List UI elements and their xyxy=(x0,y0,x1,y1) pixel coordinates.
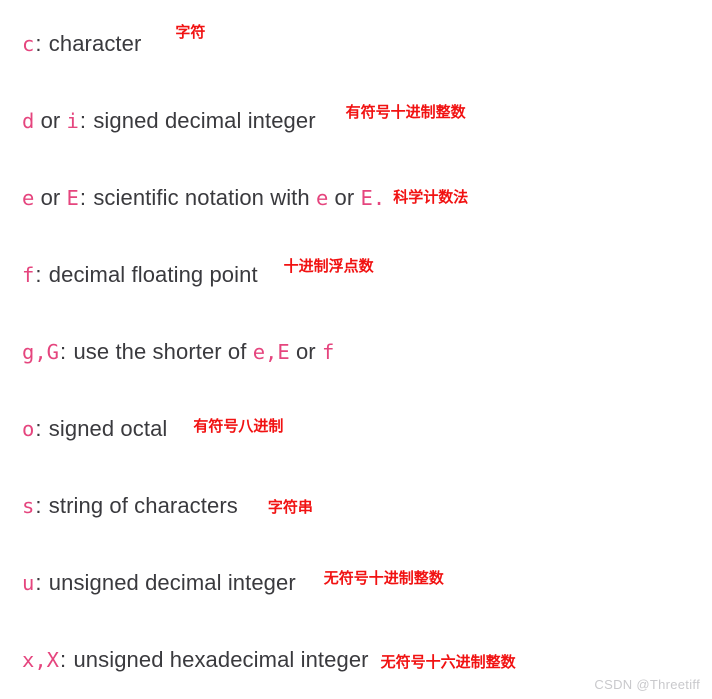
separator-x: : xyxy=(60,647,67,673)
annotation-e: 科学计数法 xyxy=(393,188,469,206)
inline-code-e: e xyxy=(315,186,329,211)
annotation-f: 十进制浮点数 xyxy=(283,257,374,275)
spec-line-f-text: f: decimal floating point xyxy=(22,262,258,288)
annotation-c: 字符 xyxy=(175,23,206,41)
inline-code-E: E xyxy=(360,186,373,211)
specifier-f: f xyxy=(22,263,35,288)
conjunction-d: or xyxy=(40,108,61,134)
description-f: decimal floating point xyxy=(48,262,258,288)
specifier-gG: g,G xyxy=(22,340,60,365)
specifier-u: u xyxy=(22,571,35,596)
separator-c: : xyxy=(35,31,42,57)
spec-line-c-text: c: character xyxy=(22,31,141,57)
inline-code-f: f xyxy=(321,340,335,365)
annotation-o: 有符号八进制 xyxy=(193,417,284,435)
separator-g: : xyxy=(60,339,67,365)
separator-o: : xyxy=(35,416,42,442)
annotation-x: 无符号十六进制整数 xyxy=(380,653,516,671)
spec-line-s: s: string of characters 字符串 xyxy=(0,468,712,545)
specifier-E: E xyxy=(66,186,79,211)
spec-line-g: g,G: use the shorter of e,E or f xyxy=(0,314,712,391)
spec-line-f: f: decimal floating point 十进制浮点数 xyxy=(0,237,712,314)
annotation-s: 字符串 xyxy=(267,498,313,516)
specifier-s: s xyxy=(22,494,35,519)
description-s: string of characters xyxy=(48,493,238,519)
separator-f: : xyxy=(35,262,42,288)
spec-line-u: u: unsigned decimal integer 无符号十进制整数 xyxy=(0,545,712,622)
description-c: character xyxy=(48,31,142,57)
inline-code-eE: e,E xyxy=(252,340,290,365)
separator-d: : xyxy=(79,108,87,134)
spec-line-u-text: u: unsigned decimal integer xyxy=(22,570,296,596)
annotation-u: 无符号十进制整数 xyxy=(323,569,444,587)
spec-line-x-text: x,X: unsigned hexadecimal integer xyxy=(22,647,369,673)
description-d: signed decimal integer xyxy=(93,108,316,134)
spec-line-c: c: character 字符 xyxy=(0,6,712,83)
spec-line-d-text: d or i: signed decimal integer xyxy=(22,108,316,134)
spec-line-e: e or E: scientific notation with e or E.… xyxy=(0,160,712,237)
separator-s: : xyxy=(35,493,42,519)
description-g-pre: use the shorter of xyxy=(73,339,247,365)
spec-line-o-text: o: signed octal xyxy=(22,416,167,442)
description-u: unsigned decimal integer xyxy=(48,570,296,596)
inline-mid-e: or xyxy=(334,185,355,211)
specifier-o: o xyxy=(22,417,35,442)
specifier-d: d xyxy=(22,109,35,134)
conjunction-e: or xyxy=(40,185,61,211)
spec-line-g-text: g,G: use the shorter of e,E or f xyxy=(22,339,334,365)
separator-u: : xyxy=(35,570,42,596)
inline-mid-g: or xyxy=(295,339,316,365)
description-o: signed octal xyxy=(48,416,168,442)
specifier-c: c xyxy=(22,32,35,57)
format-specifier-list: c: character 字符 d or i: signed decimal in… xyxy=(0,0,712,699)
specifier-xX: x,X xyxy=(22,648,60,673)
csdn-watermark: CSDN @Threetiff xyxy=(594,677,700,692)
spec-line-o: o: signed octal 有符号八进制 xyxy=(0,391,712,468)
specifier-e: e xyxy=(22,186,35,211)
spec-line-s-text: s: string of characters xyxy=(22,493,238,519)
spec-line-d: d or i: signed decimal integer 有符号十进制整数 xyxy=(0,83,712,160)
description-e-pre: scientific notation with xyxy=(93,185,310,211)
annotation-d: 有符号十进制整数 xyxy=(345,103,466,121)
specifier-i: i xyxy=(66,109,79,134)
separator-e: : xyxy=(79,185,87,211)
spec-line-e-text: e or E: scientific notation with e or E. xyxy=(22,185,385,211)
description-e-post: . xyxy=(372,186,386,211)
description-x: unsigned hexadecimal integer xyxy=(73,647,369,673)
